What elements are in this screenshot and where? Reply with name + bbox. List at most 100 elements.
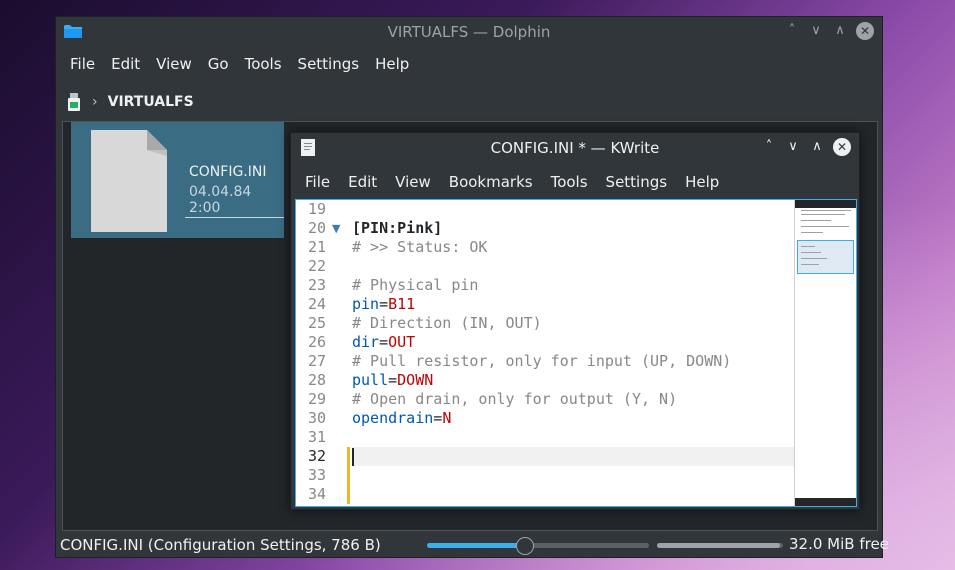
maximize-icon[interactable]: ∧ [832,22,848,40]
minimap-line [801,226,849,227]
close-icon[interactable]: ✕ [856,22,874,40]
menu-file[interactable]: File [296,167,339,197]
code-line: # Physical pin [352,276,478,295]
menu-settings[interactable]: Settings [290,49,368,79]
code-token: opendrain [352,409,434,427]
code-token: = [379,333,389,351]
modified-lines-marker [347,447,350,504]
zoom-slider[interactable] [427,537,649,555]
code-token: OUT [388,333,416,351]
code-line: # Direction (IN, OUT) [352,314,542,333]
minimap-line [801,210,851,211]
code-line: # Pull resistor, only for input (UP, DOW… [352,352,731,371]
text-cursor [352,448,354,466]
code-area[interactable]: [PIN:Pink] # >> Status: OK # Physical pin p… [352,200,852,506]
dolphin-window-title: VIRTUALFS — Dolphin [387,23,551,41]
dolphin-menubar: File Edit View Go Tools Settings Help [56,49,417,79]
code-line: # Open drain, only for output (Y, N) [352,390,677,409]
code-token: dir [352,333,380,351]
status-bar: CONFIG.INI (Configuration Settings, 786 … [60,535,889,555]
line-number: 31 [307,428,326,446]
line-number: 23 [307,276,326,294]
code-token: = [433,409,443,427]
document-file-icon [91,130,167,232]
code-token: pin [352,295,380,313]
breadcrumb-current[interactable]: VIRTUALFS [108,94,194,110]
code-token: = [379,295,389,313]
menu-edit[interactable]: Edit [339,167,386,197]
code-line: pin=B11 [352,295,415,314]
line-number: 28 [307,371,326,389]
zoom-slider-fill [427,543,525,548]
menu-view[interactable]: View [148,49,200,79]
code-token: # Open drain, only for output (Y, N) [352,390,678,408]
free-space-bar [657,543,783,548]
menu-bookmarks[interactable]: Bookmarks [440,167,542,197]
file-name: CONFIG.INI [189,164,267,180]
free-space-text: 32.0 MiB free [789,535,889,553]
zoom-slider-handle[interactable] [515,537,534,555]
line-number: 29 [307,390,326,408]
menu-help[interactable]: Help [676,167,728,197]
text-editor[interactable]: 19 20 ▼ 21 22 23 24 25 26 27 28 29 30 31 32 33 34 [PIN:P… [295,199,857,507]
status-text: CONFIG.INI (Configuration Settings, 786 … [60,536,381,554]
dolphin-titlebar[interactable]: VIRTUALFS — Dolphin ˄ ∨ ∧ ✕ [56,17,882,47]
free-space-fill [657,543,781,548]
code-token: = [388,371,398,389]
breadcrumb: › VIRTUALFS [66,91,194,113]
code-token: N [442,409,452,427]
menu-settings[interactable]: Settings [597,167,677,197]
file-item[interactable]: CONFIG.INI 04.04.84 2:00 [71,122,284,238]
line-number: 21 [307,238,326,256]
minimap-scrollbar[interactable] [794,200,856,506]
close-icon[interactable]: ✕ [833,138,851,156]
fold-arrow-icon[interactable]: ▼ [332,219,342,238]
menu-help[interactable]: Help [367,49,417,79]
line-number: 22 [307,257,326,275]
code-token: # Pull resistor, only for input (UP, DOW… [352,352,732,370]
kwrite-menubar: File Edit View Bookmarks Tools Settings … [291,167,728,197]
kwrite-titlebar[interactable]: CONFIG.INI * — KWrite ˄ ∨ ∧ ✕ [291,133,859,163]
chevron-right-icon[interactable]: › [92,94,98,110]
line-number: 19 [307,200,326,218]
code-line: opendrain=N [352,409,451,428]
line-number: 34 [307,485,326,503]
line-number: 30 [307,409,326,427]
code-token: B11 [388,295,416,313]
line-number: 25 [307,314,326,332]
line-number: 24 [307,295,326,313]
maximize-icon[interactable]: ∧ [809,138,825,156]
minimap-bottom-edge [795,498,856,506]
line-number: 20 [307,219,326,237]
minimize-icon[interactable]: ∨ [785,138,801,156]
code-token: # Physical pin [352,276,479,294]
code-token: DOWN [397,371,434,389]
code-token: [PIN:Pink] [352,219,443,237]
usb-drive-icon[interactable] [66,93,82,111]
code-token: # Direction (IN, OUT) [352,314,542,332]
current-line-highlight [352,447,852,466]
minimap-line [801,246,815,247]
minimap-line [801,232,823,233]
line-number: 26 [307,333,326,351]
minimap-top-edge [795,200,856,208]
keep-above-icon[interactable]: ˄ [761,138,777,156]
line-number: 27 [307,352,326,370]
minimap-line [801,220,831,221]
line-number: 32 [307,447,326,465]
minimize-icon[interactable]: ∨ [808,22,824,40]
menu-tools[interactable]: Tools [237,49,290,79]
menu-file[interactable]: File [62,49,103,79]
keep-above-icon[interactable]: ˄ [784,22,800,40]
menu-edit[interactable]: Edit [103,49,148,79]
minimap-line [801,258,827,259]
file-date: 04.04.84 2:00 [185,184,284,218]
menu-go[interactable]: Go [200,49,237,79]
menu-view[interactable]: View [386,167,440,197]
minimap-line [801,264,819,265]
minimap-line [801,252,821,253]
line-number: 33 [307,466,326,484]
code-token: # >> Status: OK [352,238,488,256]
code-token: pull [352,371,389,389]
menu-tools[interactable]: Tools [542,167,597,197]
